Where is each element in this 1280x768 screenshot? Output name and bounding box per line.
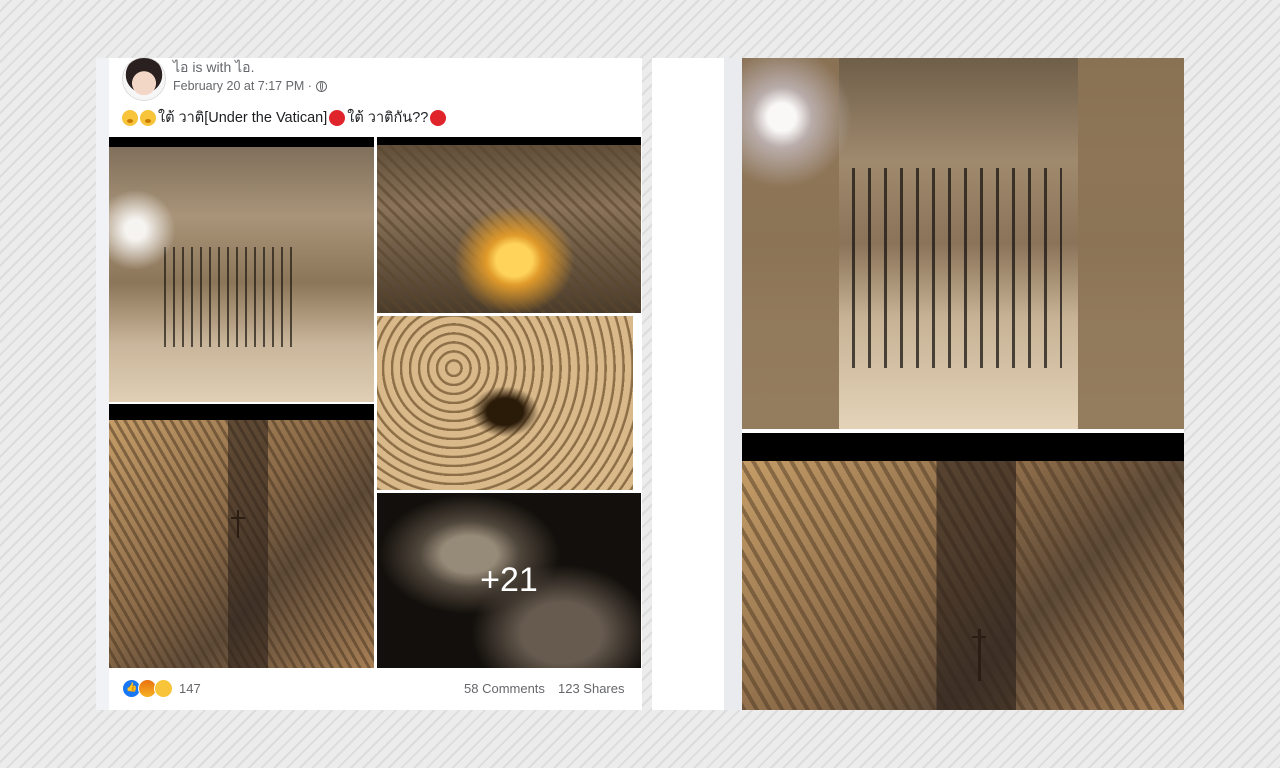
flushed-emoji-icon bbox=[140, 109, 156, 126]
flushed-emoji-icon bbox=[122, 109, 138, 126]
red-circle-icon bbox=[430, 109, 447, 126]
comments-link[interactable]: 58 Comments bbox=[464, 681, 545, 696]
card-left-gutter bbox=[96, 58, 109, 710]
post-text-part2: ใต้ วาติกัน?? bbox=[347, 110, 429, 126]
cross-icon bbox=[231, 510, 245, 538]
more-photos-overlay[interactable]: +21 bbox=[377, 493, 641, 668]
post-date-text: February 20 at 7:17 PM · bbox=[173, 79, 312, 93]
globe-icon bbox=[315, 80, 327, 92]
photo-bone-chapel-altar[interactable] bbox=[377, 137, 641, 313]
author-avatar[interactable] bbox=[122, 57, 166, 101]
photo-catacomb-corridor-gate[interactable] bbox=[109, 137, 374, 402]
photo-skull-wall-niche[interactable] bbox=[377, 316, 633, 490]
cross-icon bbox=[972, 629, 986, 681]
zoomed-photo-vault bbox=[742, 433, 1184, 710]
post-text: ใต้ วาติ[Under the Vatican] ใต้ วาติกัน?… bbox=[122, 106, 448, 129]
shares-link[interactable]: 123 Shares bbox=[558, 681, 625, 696]
red-circle-icon bbox=[329, 109, 346, 126]
zoomed-photo-corridor bbox=[742, 58, 1184, 429]
post-author-line[interactable]: ไอ is with ไอ. bbox=[173, 57, 254, 79]
sad-icon bbox=[154, 679, 173, 698]
post-timestamp[interactable]: February 20 at 7:17 PM · bbox=[173, 79, 327, 93]
post-text-part1: ใต้ วาติ[Under the Vatican] bbox=[158, 110, 328, 126]
photo-bone-vault-cross[interactable] bbox=[109, 404, 374, 668]
middle-panel-edge bbox=[724, 58, 742, 710]
reaction-count: 147 bbox=[179, 681, 201, 696]
reaction-summary[interactable]: 147 bbox=[122, 679, 201, 698]
middle-panel bbox=[652, 58, 724, 710]
